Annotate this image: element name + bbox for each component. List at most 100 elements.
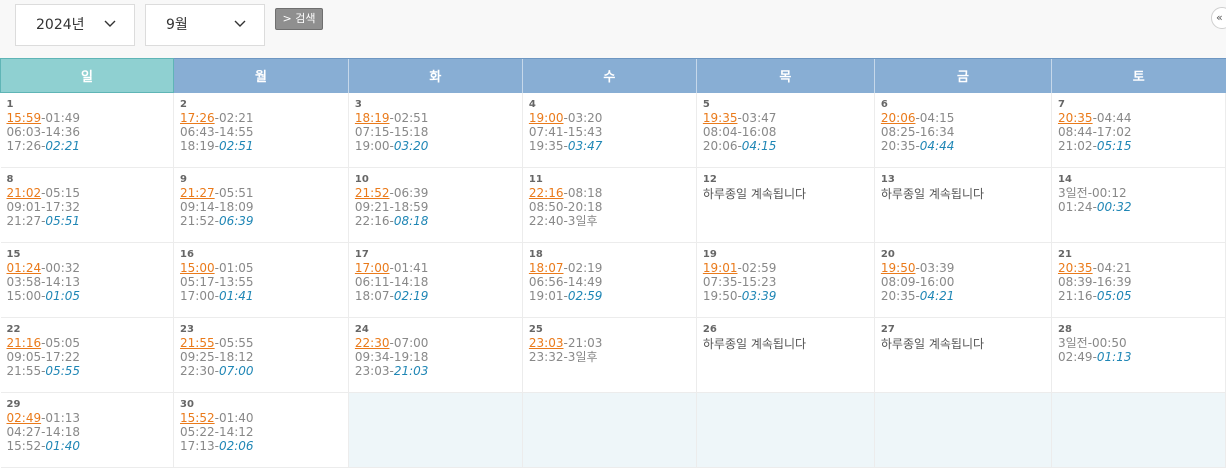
highlight-time[interactable]: 22:16 xyxy=(529,186,564,200)
highlight-time[interactable]: 19:01 xyxy=(703,261,738,275)
time-line-1: 19:35-03:47 xyxy=(703,111,874,125)
day-cell[interactable]: 1 15:59-01:49 06:03-14:36 17:26-02:21 xyxy=(0,92,175,168)
time-line-3: 17:26-02:21 xyxy=(7,139,174,153)
time-range-end-blue: 02:21 xyxy=(45,139,81,153)
day-cell[interactable]: 6 20:06-04:15 08:25-16:34 20:35-04:44 xyxy=(874,92,1052,168)
time-range-start: 21:02- xyxy=(1057,138,1097,153)
day-cell-content: 11 22:16-08:18 08:50-20:18 22:40-3일후 xyxy=(523,168,696,228)
collapse-button[interactable]: « xyxy=(1211,7,1226,29)
time-line-1: 23:03-21:03 xyxy=(529,336,696,350)
time-range-end: -04:15 xyxy=(915,110,955,125)
highlight-time[interactable]: 21:02 xyxy=(7,186,42,200)
time-range-end-blue: 05:51 xyxy=(45,214,81,228)
day-cell-content: 12 하루종일 계속됩니다 xyxy=(697,168,874,201)
time-range-end: -01:40 xyxy=(214,411,254,425)
time-range-start: 23:03- xyxy=(354,364,394,378)
day-cell[interactable]: 28 3일전-00:50 02:49-01:13 xyxy=(1051,317,1226,393)
highlight-time[interactable]: 15:59 xyxy=(7,111,42,125)
time-line-2: 08:25-16:34 xyxy=(880,124,955,139)
time-line-2: 09:01-17:32 xyxy=(6,200,81,214)
highlight-time[interactable]: 01:24 xyxy=(7,261,42,275)
time-line-1: 19:00-03:20 xyxy=(529,111,696,125)
highlight-time[interactable]: 21:55 xyxy=(180,336,215,350)
year-select[interactable]: 2024년 xyxy=(15,4,135,46)
highlight-time[interactable]: 18:07 xyxy=(529,261,564,275)
highlight-time[interactable]: 19:50 xyxy=(881,261,916,275)
day-cell[interactable]: 21 20:35-04:21 08:39-16:39 21:16-05:05 xyxy=(1051,242,1226,318)
day-cell[interactable]: 23 21:55-05:55 09:25-18:12 22:30-07:00 xyxy=(173,317,349,393)
time-range-end-blue: 02:19 xyxy=(393,289,429,303)
time-range-end-blue: 03:39 xyxy=(741,289,777,303)
time-range-start: 20:35- xyxy=(880,138,920,153)
highlight-time[interactable]: 20:06 xyxy=(881,111,916,125)
highlight-time[interactable]: 21:16 xyxy=(7,336,42,350)
day-cell[interactable]: 25 23:03-21:03 23:32-3일후 xyxy=(522,317,697,393)
highlight-time[interactable]: 17:00 xyxy=(355,261,390,275)
day-cell[interactable]: 4 19:00-03:20 07:41-15:43 19:35-03:47 xyxy=(522,92,697,168)
day-cell[interactable]: 10 21:52-06:39 09:21-18:59 22:16-08:18 xyxy=(348,167,523,243)
day-cell[interactable]: 24 22:30-07:00 09:34-19:18 23:03-21:03 xyxy=(348,317,523,393)
day-number: 10 xyxy=(354,174,369,185)
weekday-header-row: 일 월 화 수 목 금 토 xyxy=(0,58,1226,93)
highlight-time[interactable]: 15:52 xyxy=(180,411,215,425)
day-cell[interactable]: 19 19:01-02:59 07:35-15:23 19:50-03:39 xyxy=(696,242,875,318)
time-line-1: 3일전-00:50 xyxy=(1057,336,1127,350)
time-line-2: 08:09-16:00 xyxy=(880,275,955,289)
time-line-1: 15:52-01:40 xyxy=(180,411,348,425)
day-cell[interactable]: 12 하루종일 계속됩니다 xyxy=(696,167,875,243)
highlight-time[interactable]: 02:49 xyxy=(7,411,42,425)
time-line-2: 06:56-14:49 xyxy=(528,275,603,289)
highlight-time[interactable]: 22:30 xyxy=(355,336,390,350)
time-line-2: 09:05-17:22 xyxy=(6,350,81,364)
time-line-1: 20:06-04:15 xyxy=(881,111,1051,125)
day-cell-content: 25 23:03-21:03 23:32-3일후 xyxy=(523,318,696,364)
highlight-time[interactable]: 21:52 xyxy=(355,186,390,200)
day-cell[interactable]: 17 17:00-01:41 06:11-14:18 18:07-02:19 xyxy=(348,242,523,318)
highlight-time[interactable]: 19:35 xyxy=(703,111,738,125)
time-range-end-blue: 05:15 xyxy=(1096,138,1132,153)
day-cell[interactable]: 20 19:50-03:39 08:09-16:00 20:35-04:21 xyxy=(874,242,1052,318)
day-cell[interactable]: 11 22:16-08:18 08:50-20:18 22:40-3일후 xyxy=(522,167,697,243)
highlight-time[interactable]: 15:00 xyxy=(180,261,215,275)
day-cell[interactable]: 8 21:02-05:15 09:01-17:32 21:27-05:51 xyxy=(0,167,175,243)
time-line-1: 15:59-01:49 xyxy=(7,111,174,125)
highlight-time[interactable]: 17:26 xyxy=(180,111,215,125)
day-cell[interactable]: 26 하루종일 계속됩니다 xyxy=(696,317,875,393)
empty-day-cell xyxy=(696,392,875,468)
highlight-time[interactable]: 20:35 xyxy=(1058,111,1093,125)
day-cell-content: 28 3일전-00:50 02:49-01:13 xyxy=(1052,318,1225,364)
day-cell[interactable]: 15 01:24-00:32 03:58-14:13 15:00-01:05 xyxy=(0,242,175,318)
month-select[interactable]: 9월 xyxy=(145,4,265,46)
day-cell[interactable]: 30 15:52-01:40 05:22-14:12 17:13-02:06 xyxy=(173,392,349,468)
highlight-time[interactable]: 19:00 xyxy=(529,111,564,125)
day-cell[interactable]: 29 02:49-01:13 04:27-14:18 15:52-01:40 xyxy=(0,392,175,468)
day-cell[interactable]: 3 18:19-02:51 07:15-15:18 19:00-03:20 xyxy=(348,92,523,168)
highlight-time[interactable]: 18:19 xyxy=(355,111,390,125)
time-range-start: 15:52- xyxy=(6,439,46,453)
time-line-2: 08:44-17:02 xyxy=(1057,124,1132,139)
time-line-3: 21:27-05:51 xyxy=(7,214,174,228)
day-cell[interactable]: 9 21:27-05:51 09:14-18:09 21:52-06:39 xyxy=(173,167,349,243)
time-line-2: 07:41-15:43 xyxy=(528,124,603,139)
time-line-1: 21:16-05:05 xyxy=(7,336,174,350)
day-cell[interactable]: 22 21:16-05:05 09:05-17:22 21:55-05:55 xyxy=(0,317,175,393)
day-number: 12 xyxy=(702,174,717,185)
day-cell[interactable]: 5 19:35-03:47 08:04-16:08 20:06-04:15 xyxy=(696,92,875,168)
day-cell[interactable]: 13 하루종일 계속됩니다 xyxy=(874,167,1052,243)
time-line-2: 09:34-19:18 xyxy=(354,350,429,364)
search-button[interactable]: > 검색 xyxy=(275,8,323,30)
day-cell[interactable]: 18 18:07-02:19 06:56-14:49 19:01-02:59 xyxy=(522,242,697,318)
day-cell[interactable]: 16 15:00-01:05 05:17-13:55 17:00-01:41 xyxy=(173,242,349,318)
highlight-time[interactable]: 20:35 xyxy=(1058,261,1093,275)
highlight-time[interactable]: 21:27 xyxy=(180,186,215,200)
time-line-3: 15:00-01:05 xyxy=(7,289,174,303)
time-range-end: -05:05 xyxy=(41,336,81,350)
time-range-end: -04:21 xyxy=(1092,261,1132,275)
day-cell[interactable]: 14 3일전-00:12 01:24-00:32 xyxy=(1051,167,1226,243)
day-number: 16 xyxy=(180,249,194,260)
day-cell[interactable]: 7 20:35-04:44 08:44-17:02 21:02-05:15 xyxy=(1051,92,1226,168)
day-cell[interactable]: 2 17:26-02:21 06:43-14:55 18:19-02:51 xyxy=(173,92,349,168)
highlight-time[interactable]: 23:03 xyxy=(529,336,564,350)
day-cell[interactable]: 27 하루종일 계속됩니다 xyxy=(874,317,1052,393)
day-number: 29 xyxy=(6,399,21,410)
